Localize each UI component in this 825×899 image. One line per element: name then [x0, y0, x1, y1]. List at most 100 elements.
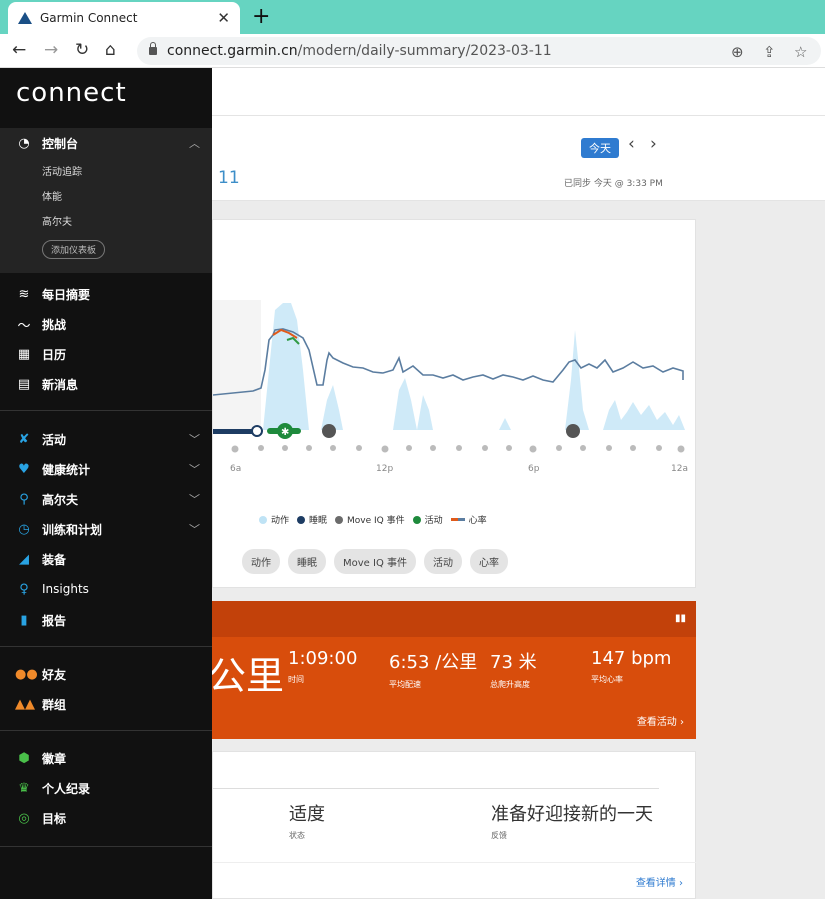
lock-icon [149, 42, 157, 55]
friends-icon: ●● [15, 666, 38, 682]
chevron-down-icon: ﹀ [189, 493, 200, 506]
movement-area [417, 395, 433, 430]
badge-icon: ⬢ [18, 750, 30, 766]
sidebar-item-personal-records[interactable]: ♛ 个人纪录 [0, 776, 212, 800]
reload-icon[interactable]: ↻ [75, 40, 89, 60]
view-details-link[interactable]: 查看详情 › [636, 874, 683, 889]
move-iq-walking-icon[interactable] [566, 424, 580, 438]
legend-activity: 活动 [412, 513, 443, 526]
divider [213, 788, 659, 789]
bookmark-star-icon[interactable]: ☆ [794, 43, 807, 61]
sidebar-item-insights[interactable]: ♀ Insights [0, 577, 212, 601]
sleep-bar [213, 429, 257, 434]
next-day-icon[interactable]: › [650, 134, 657, 154]
calendar-icon: ▦ [17, 346, 31, 362]
browser-toolbar: ← → ↻ ⌂ connect.garmin.cn/modern/daily-s… [0, 34, 825, 68]
hour-dots [231, 445, 685, 453]
add-dashboard-button[interactable]: 添加仪表板 [42, 240, 106, 259]
page-content: 11 今天 ‹ › 已同步 今天 @ 3:33 PM ✱ 6a 12p 6p 1… [0, 68, 825, 899]
filter-chip-heart-rate[interactable]: 心率 [470, 549, 508, 574]
movement-area [321, 385, 343, 430]
running-person-icon: ✘ [18, 431, 30, 447]
readiness-card: 适度 状态 准备好迎接新的一天 反馈 查看详情 › [212, 751, 697, 899]
sidebar-item-daily-summary[interactable]: ≋ 每日摘要 [0, 282, 212, 306]
date-header: 11 今天 ‹ › 已同步 今天 @ 3:33 PM [212, 116, 825, 201]
sidebar-item-friends[interactable]: ●● 好友 [0, 662, 212, 686]
chevron-up-icon: ︿ [189, 137, 200, 150]
news-icon: ▤ [17, 376, 31, 392]
forward-arrow-icon[interactable]: → [44, 40, 58, 60]
today-button[interactable]: 今天 [581, 138, 619, 158]
sidebar-item-training[interactable]: ◷ 训练和计划 ﹀ [0, 517, 212, 541]
move-iq-walking-icon[interactable] [322, 424, 336, 438]
filter-chip-sleep[interactable]: 睡眠 [288, 549, 326, 574]
bar-chart-icon: ▮ [20, 612, 28, 628]
chevron-down-icon: ﹀ [189, 523, 200, 536]
dashboard-subitem[interactable]: 体能 [42, 188, 62, 203]
challenge-icon: 〜 [17, 318, 31, 334]
legend-movement: 动作 [259, 513, 289, 526]
share-icon[interactable]: ⇪ [763, 43, 776, 61]
movement-area [603, 400, 685, 430]
x-tick-label: 6p [528, 464, 540, 474]
sidebar-item-calendar[interactable]: ▦ 日历 [0, 342, 212, 366]
tab-title: Garmin Connect [40, 11, 138, 25]
movement-area [565, 330, 589, 430]
divider [213, 862, 697, 863]
divider [0, 730, 212, 731]
date-title: 11 [218, 168, 240, 188]
sidebar-item-health-stats[interactable]: ♥ 健康统计 ﹀ [0, 457, 212, 481]
movement-area [263, 303, 309, 430]
top-banner [212, 68, 825, 116]
view-activity-link[interactable]: 查看活动 › [637, 713, 684, 728]
sidebar-item-dashboard[interactable]: ◔ 控制台 ︿ [0, 131, 212, 155]
activity-stat-heart-rate: 147 bpm 平均心率 [591, 648, 672, 684]
activity-stat-elevation: 73 米总爬升高度 [490, 652, 537, 689]
trophy-icon: ♛ [18, 780, 30, 796]
sidebar-item-news[interactable]: ▤ 新消息 [0, 372, 212, 396]
browser-tab[interactable]: Garmin Connect ✕ [8, 2, 240, 34]
filter-chip-activity[interactable]: 活动 [424, 549, 462, 574]
sleep-end-marker [251, 425, 263, 437]
chevron-down-icon: ﹀ [189, 463, 200, 476]
activity-distance: 公里 [208, 654, 285, 698]
divider [0, 846, 212, 847]
back-arrow-icon[interactable]: ← [12, 40, 26, 60]
chart-legend: 动作 睡眠 Move IQ 事件 活动 心率 [259, 513, 487, 526]
home-icon[interactable]: ⌂ [105, 40, 116, 60]
divider [0, 646, 212, 647]
sidebar-item-reports[interactable]: ▮ 报告 [0, 608, 212, 632]
lightbulb-icon: ♀ [19, 581, 29, 597]
sleep-shading [213, 300, 261, 430]
tab-close-icon[interactable]: ✕ [217, 9, 230, 27]
sidebar-item-badges[interactable]: ⬢ 徽章 [0, 746, 212, 770]
chevron-down-icon: ﹀ [189, 433, 200, 446]
sidebar-item-golf[interactable]: ⚲ 高尔夫 ﹀ [0, 487, 212, 511]
new-tab-button[interactable]: + [252, 4, 270, 29]
sidebar-item-gear[interactable]: ◢ 装备 [0, 547, 212, 571]
dashboard-subitem[interactable]: 高尔夫 [42, 213, 72, 228]
bar-chart-icon[interactable]: ▮▮ [675, 613, 686, 624]
sidebar-item-groups[interactable]: ▲▲ 群组 [0, 692, 212, 716]
previous-day-icon[interactable]: ‹ [628, 134, 635, 154]
chevron-right-icon: › [679, 878, 683, 889]
chevron-right-icon: › [680, 717, 684, 728]
sidebar-item-challenges[interactable]: 〜挑战 [0, 312, 212, 336]
sidebar-item-activities[interactable]: ✘ 活动 ﹀ [0, 427, 212, 451]
address-bar[interactable]: connect.garmin.cn/modern/daily-summary/2… [137, 37, 821, 65]
stopwatch-icon: ◷ [18, 521, 30, 537]
dashboard-subitem[interactable]: 活动追踪 [42, 163, 82, 178]
zoom-icon[interactable]: ⊕ [731, 43, 744, 61]
filter-chip-movement[interactable]: 动作 [242, 549, 280, 574]
divider [0, 410, 212, 411]
x-tick-label: 6a [230, 464, 242, 474]
x-tick-label: 12a [671, 464, 688, 474]
activity-stat-pace: 6:53 /公里 平均配速 [389, 652, 478, 689]
target-icon: ◎ [18, 810, 30, 826]
legend-move-iq: Move IQ 事件 [335, 513, 405, 526]
filter-chip-move-iq[interactable]: Move IQ 事件 [334, 549, 416, 574]
browser-tab-bar: Garmin Connect ✕ + [0, 0, 825, 34]
legend-heart-rate: 心率 [450, 513, 487, 526]
connect-logo[interactable]: connect [16, 78, 127, 108]
sidebar-item-goals[interactable]: ◎ 目标 [0, 806, 212, 830]
